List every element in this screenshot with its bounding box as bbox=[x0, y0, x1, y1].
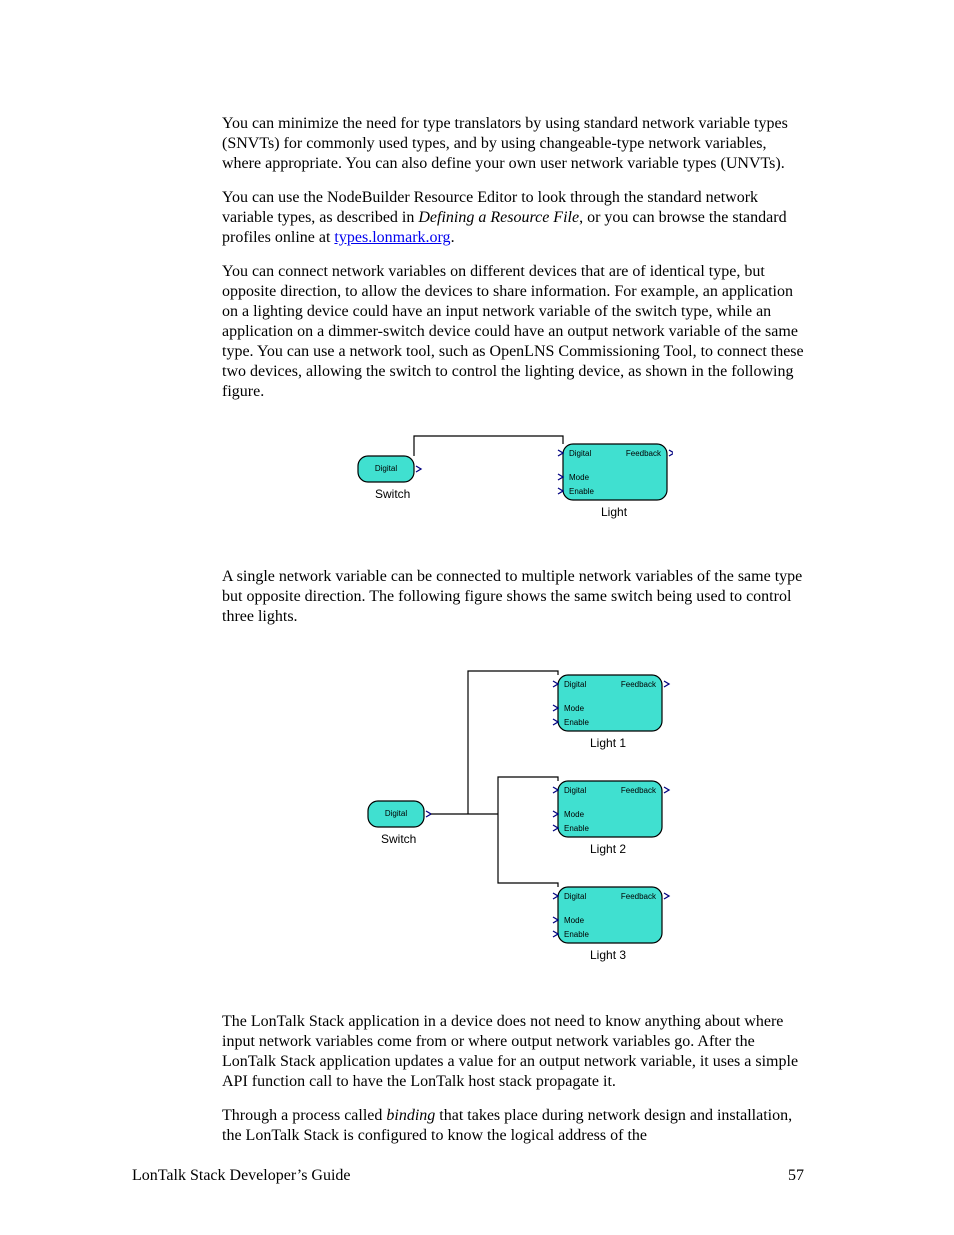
paragraph-5: The LonTalk Stack application in a devic… bbox=[222, 1012, 804, 1092]
light2-pin-digital: Digital bbox=[564, 786, 586, 795]
switch-pin-digital: Digital bbox=[375, 464, 397, 473]
paragraph-4: A single network variable can be connect… bbox=[222, 567, 804, 627]
light1-pin-feedback: Feedback bbox=[621, 680, 657, 689]
wire-light3 bbox=[498, 814, 558, 887]
light-feedback-pin-icon bbox=[669, 450, 673, 456]
diagram-1: Digital Switch Digital Mode Enable Feedb… bbox=[353, 426, 673, 536]
light1-pin-enable: Enable bbox=[564, 718, 589, 727]
p2-italic: Defining a Resource File bbox=[418, 209, 579, 226]
light-pin-digital: Digital bbox=[569, 449, 591, 458]
switch-pin-digital: Digital bbox=[385, 809, 407, 818]
wire-light2 bbox=[498, 777, 558, 814]
light1-pin-digital: Digital bbox=[564, 680, 586, 689]
footer-title: LonTalk Stack Developer’s Guide bbox=[132, 1167, 351, 1185]
light-node-3: Digital Mode Enable Feedback Light 3 bbox=[553, 887, 669, 962]
light-caption: Light bbox=[601, 505, 628, 519]
light-enable-pin-icon bbox=[558, 488, 563, 494]
paragraph-1: You can minimize the need for type trans… bbox=[222, 114, 804, 174]
diagram-2-wrap: Digital Switch Digital Mode Enable Feedb… bbox=[222, 651, 804, 986]
light-pin-enable: Enable bbox=[569, 487, 594, 496]
p2-text-c: . bbox=[451, 229, 455, 246]
light-pin-mode: Mode bbox=[569, 473, 590, 482]
footer-page-number: 57 bbox=[788, 1167, 804, 1185]
page-footer: LonTalk Stack Developer’s Guide 57 bbox=[132, 1167, 804, 1185]
light-mode-pin-icon bbox=[558, 474, 563, 480]
paragraph-2: You can use the NodeBuilder Resource Edi… bbox=[222, 188, 804, 248]
switch-output-pin-icon bbox=[416, 466, 421, 472]
switch-caption: Switch bbox=[381, 832, 416, 846]
light2-pin-mode: Mode bbox=[564, 810, 585, 819]
light3-pin-enable: Enable bbox=[564, 930, 589, 939]
diagram-1-wrap: Digital Switch Digital Mode Enable Feedb… bbox=[222, 426, 804, 541]
wire-switch-light bbox=[414, 436, 563, 456]
wire-light1 bbox=[468, 671, 558, 814]
p6-text-a: Through a process called bbox=[222, 1107, 386, 1124]
light-node-2: Digital Mode Enable Feedback Light 2 bbox=[553, 781, 669, 856]
light3-caption: Light 3 bbox=[590, 948, 626, 962]
switch-output-pin-icon bbox=[426, 811, 431, 817]
light2-caption: Light 2 bbox=[590, 842, 626, 856]
p6-italic: binding bbox=[386, 1107, 435, 1124]
paragraph-3: You can connect network variables on dif… bbox=[222, 262, 804, 402]
light3-pin-digital: Digital bbox=[564, 892, 586, 901]
light3-pin-mode: Mode bbox=[564, 916, 585, 925]
light1-caption: Light 1 bbox=[590, 736, 626, 750]
light2-pin-feedback: Feedback bbox=[621, 786, 657, 795]
light-digital-pin-icon bbox=[558, 450, 563, 456]
light3-pin-feedback: Feedback bbox=[621, 892, 657, 901]
switch-caption: Switch bbox=[375, 487, 410, 501]
diagram-2: Digital Switch Digital Mode Enable Feedb… bbox=[343, 651, 683, 981]
light-node-1: Digital Mode Enable Feedback Light 1 bbox=[553, 675, 669, 750]
light-pin-feedback: Feedback bbox=[626, 449, 662, 458]
light1-pin-mode: Mode bbox=[564, 704, 585, 713]
light2-pin-enable: Enable bbox=[564, 824, 589, 833]
types-lonmark-link[interactable]: types.lonmark.org bbox=[334, 229, 450, 246]
paragraph-6: Through a process called binding that ta… bbox=[222, 1106, 804, 1146]
